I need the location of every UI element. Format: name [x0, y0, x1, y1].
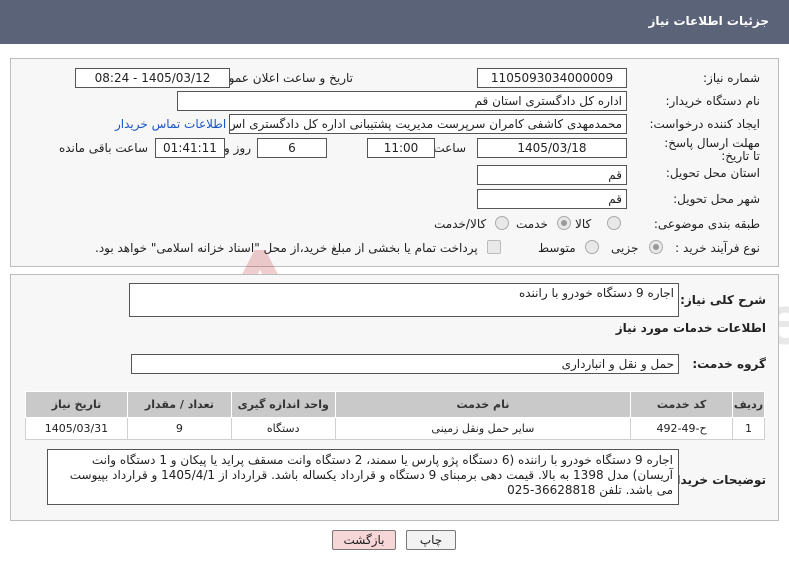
category-option-goods: کالا — [575, 217, 592, 231]
buyer-field: اداره کل دادگستری استان قم — [177, 91, 627, 111]
process-option-medium: متوسط — [538, 241, 576, 255]
deadline-time-label: ساعت — [433, 141, 466, 155]
process-radio-minor[interactable] — [649, 240, 663, 254]
cell-service-name: سایر حمل ونقل زمینی — [334, 417, 632, 440]
announce-field: 1405/03/12 - 08:24 — [75, 68, 230, 88]
category-option-both: کالا/خدمت — [434, 217, 487, 231]
days-label: روز و — [224, 141, 251, 155]
deadline-label: مهلت ارسال پاسخ: تا تاریخ: — [664, 136, 760, 163]
cell-service-code: ح-49-492 — [630, 417, 734, 440]
cell-row: 1 — [732, 417, 765, 440]
process-radio-medium[interactable] — [585, 240, 599, 254]
back-button[interactable]: بازگشت — [332, 530, 396, 550]
need-number-label: شماره نیاز: — [703, 71, 760, 85]
col-need-date: تاریخ نیاز — [25, 391, 128, 418]
summary-label: شرح کلی نیاز: — [680, 293, 766, 307]
cell-need-date: 1405/03/31 — [25, 417, 128, 440]
remaining-label: ساعت باقی مانده — [58, 141, 148, 155]
treasury-checkbox[interactable] — [487, 240, 501, 254]
buyer-contact-link[interactable]: اطلاعات تماس خریدار — [115, 117, 226, 131]
table-header-row: ردیف کد خدمت نام خدمت واحد اندازه گیری ت… — [25, 391, 765, 418]
col-unit: واحد اندازه گیری — [230, 391, 336, 418]
summary-field: اجاره 9 دستگاه خودرو با راننده — [129, 283, 679, 317]
category-radio-goods[interactable] — [607, 216, 621, 230]
process-label: نوع فرآیند خرید : — [675, 241, 760, 255]
need-number-field: 1105093034000009 — [477, 68, 627, 88]
page-title: جزئیات اطلاعات نیاز — [648, 14, 769, 28]
city-field: قم — [477, 189, 627, 209]
category-radio-service[interactable] — [557, 216, 571, 230]
category-label: طبقه بندی موضوعی: — [653, 217, 760, 231]
services-heading: اطلاعات خدمات مورد نیاز — [615, 321, 766, 335]
services-table: ردیف کد خدمت نام خدمت واحد اندازه گیری ت… — [25, 391, 765, 440]
cell-quantity: 9 — [126, 417, 232, 440]
service-group-label: گروه خدمت: — [692, 357, 766, 371]
buyer-notes-label: توضیحات خریدار: — [664, 473, 766, 487]
page-header: جزئیات اطلاعات نیاز — [0, 0, 789, 44]
remaining-time-field: 01:41:11 — [155, 138, 225, 158]
print-button[interactable]: چاپ — [406, 530, 456, 550]
category-option-service: خدمت — [516, 217, 548, 231]
service-group-field: حمل و نقل و انبارداری — [131, 354, 679, 374]
province-field: قم — [477, 165, 627, 185]
need-info-panel: شماره نیاز: 1105093034000009 تاریخ و ساع… — [10, 58, 779, 267]
days-field: 6 — [257, 138, 327, 158]
city-label: شهر محل تحویل: — [673, 192, 760, 206]
table-row: 1 ح-49-492 سایر حمل ونقل زمینی دستگاه 9 … — [25, 417, 765, 440]
deadline-time-field: 11:00 — [367, 138, 435, 158]
need-details-panel: شرح کلی نیاز: اجاره 9 دستگاه خودرو با را… — [10, 274, 779, 521]
payment-note: پرداخت تمام یا بخشی از مبلغ خرید،از محل … — [95, 241, 478, 255]
deadline-date-field: 1405/03/18 — [477, 138, 627, 158]
process-option-minor: جزیی — [611, 241, 639, 255]
col-service-code: کد خدمت — [630, 391, 734, 418]
requester-label: ایجاد کننده درخواست: — [649, 117, 760, 131]
col-quantity: تعداد / مقدار — [126, 391, 232, 418]
province-label: استان محل تحویل: — [665, 166, 760, 180]
col-row: ردیف — [732, 391, 765, 418]
col-service-name: نام خدمت — [334, 391, 632, 418]
requester-field: محمدمهدی کاشفی کامران سرپرست مدیریت پشتی… — [229, 114, 627, 134]
buyer-label: نام دستگاه خریدار: — [665, 94, 761, 108]
cell-unit: دستگاه — [230, 417, 336, 440]
buyer-notes-field: اجاره 9 دستگاه خودرو با راننده (6 دستگاه… — [47, 449, 679, 505]
category-radio-both[interactable] — [495, 216, 509, 230]
